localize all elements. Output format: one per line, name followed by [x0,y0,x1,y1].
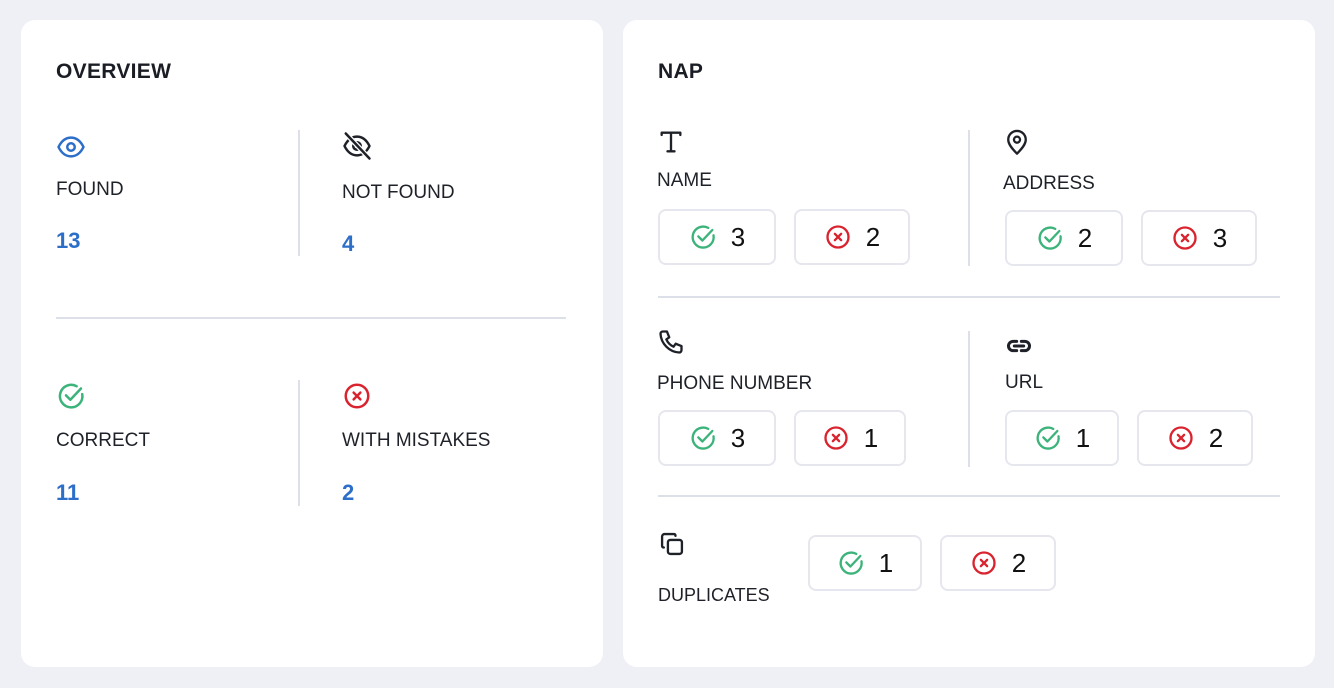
correct-count: 1 [878,547,894,578]
divider [968,130,970,266]
nap-title: NAP [658,60,704,83]
x-circle-icon [822,424,850,452]
nap-label: ADDRESS [1003,173,1095,194]
nap-label: PHONE NUMBER [657,373,813,394]
stat-label: NOT FOUND [342,182,455,203]
divider [298,380,300,506]
stat-value: 4 [342,231,355,256]
correct-count: 3 [730,422,746,453]
stat-value: 13 [56,228,81,253]
phone-icon [659,330,683,354]
nap-item-name: NAME [657,128,712,191]
nap-card: NAP NAME 3 2 ADDRESS 2 3 PHONE NUMBER 3 … [623,20,1315,667]
stat-with-mistakes: WITH MISTAKES 2 [342,381,490,505]
stat-value: 2 [342,480,355,505]
duplicates-correct-badge[interactable]: 1 [808,535,922,591]
overview-card: OVERVIEW FOUND 13 NOT FOUND 4 CORRECT 11… [21,20,603,667]
stat-found: FOUND 13 [56,132,124,253]
mistakes-count: 2 [1011,547,1027,578]
check-circle-icon [837,549,865,577]
check-circle-icon [1036,224,1064,252]
check-circle-icon [689,424,717,452]
x-circle-icon [1171,224,1199,252]
link-icon [1007,339,1031,353]
duplicates-mistakes-badge[interactable]: 2 [940,535,1056,591]
nap-label: NAME [657,170,712,191]
mistakes-count: 1 [863,422,879,453]
address-correct-badge[interactable]: 2 [1005,210,1123,266]
copy-icon [660,532,684,556]
nap-item-url: URL [1005,332,1043,393]
divider [56,317,566,319]
eye-off-icon [343,131,372,161]
mistakes-count: 3 [1212,222,1228,253]
divider [298,130,300,256]
nap-label: URL [1005,372,1044,393]
name-mistakes-badge[interactable]: 2 [794,209,910,265]
check-circle-icon [56,381,86,411]
phone-mistakes-badge[interactable]: 1 [794,410,906,466]
mistakes-count: 2 [1208,422,1224,453]
url-correct-badge[interactable]: 1 [1005,410,1119,466]
divider [658,296,1280,298]
check-circle-icon [689,223,717,251]
stat-label: FOUND [56,179,124,200]
x-circle-icon [1167,424,1195,452]
map-pin-icon [1007,129,1027,155]
name-correct-badge[interactable]: 3 [658,209,776,265]
x-circle-icon [824,223,852,251]
nap-item-duplicates: DUPLICATES [658,530,770,605]
x-circle-icon [970,549,998,577]
address-mistakes-badge[interactable]: 3 [1141,210,1257,266]
check-circle-icon [1034,424,1062,452]
stat-value: 11 [56,480,80,505]
overview-title: OVERVIEW [56,60,172,83]
nap-item-phone: PHONE NUMBER [657,328,812,394]
stat-correct: CORRECT 11 [56,381,150,505]
divider [968,331,970,467]
divider [658,495,1280,497]
mistakes-count: 2 [865,221,881,252]
stat-label: WITH MISTAKES [342,430,491,451]
correct-count: 3 [730,221,746,252]
url-mistakes-badge[interactable]: 2 [1137,410,1253,466]
eye-icon [57,136,85,158]
correct-count: 1 [1075,422,1091,453]
x-circle-icon [342,381,372,411]
nap-label: DUPLICATES [658,585,770,605]
stat-label: CORRECT [56,430,150,451]
correct-count: 2 [1077,222,1093,253]
nap-item-address: ADDRESS [1003,128,1095,194]
phone-correct-badge[interactable]: 3 [658,410,776,466]
stat-not-found: NOT FOUND 4 [342,131,455,256]
text-icon [660,131,682,153]
